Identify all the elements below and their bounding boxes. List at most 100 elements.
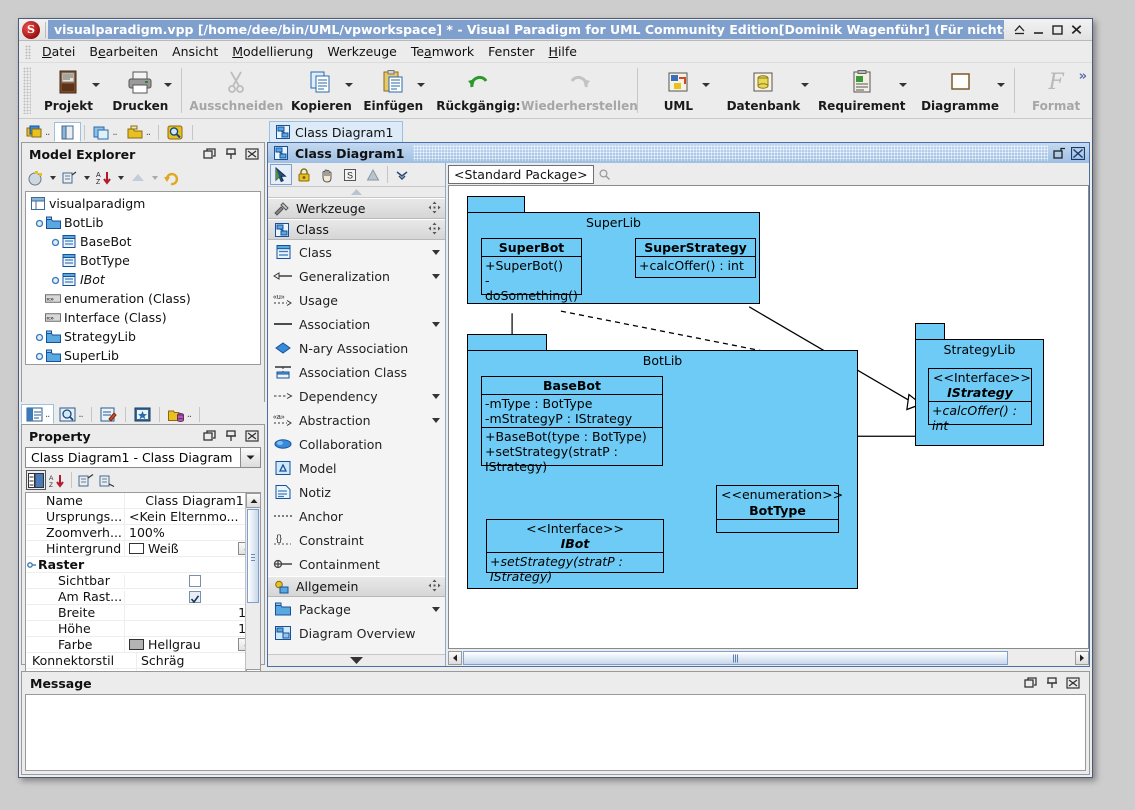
pin-icon[interactable]	[224, 147, 239, 162]
toolbar-projekt-button[interactable]: Projekt	[33, 63, 105, 118]
chevron-down-icon[interactable]	[240, 448, 260, 467]
toolbar-einfuegen-button[interactable]: Einfügen	[357, 63, 429, 118]
palette-item-abstraction[interactable]: «a» Abstraction	[268, 408, 445, 432]
einfuegen-dropdown-arrow[interactable]	[417, 83, 426, 87]
close-button[interactable]	[1070, 23, 1083, 36]
lock-icon[interactable]	[293, 164, 315, 185]
refresh-icon[interactable]	[162, 168, 182, 188]
toolbar-wiederherstellen-button[interactable]: Wiederherstellen	[521, 63, 638, 118]
toolbar-ausschneiden-button[interactable]: Ausschneiden	[187, 63, 285, 118]
tab-class-repository[interactable]: ..	[88, 122, 121, 142]
class-istrategy[interactable]: <<Interface>> IStrategy +calcOffer() : i…	[928, 368, 1032, 433]
property-value-cell[interactable]: Weiß ...	[124, 541, 260, 556]
dependency-dropdown-arrow[interactable]	[432, 393, 440, 399]
property-value[interactable]: 10	[124, 621, 260, 636]
canvas-horizontal-scrollbar[interactable]	[448, 650, 1089, 666]
datenbank-dropdown-arrow[interactable]	[800, 83, 809, 87]
menu-teamwork[interactable]: Teamwork	[404, 42, 481, 61]
tree-node-superlib[interactable]: SuperLib	[26, 346, 260, 364]
palette-item-class[interactable]: Class	[268, 240, 445, 264]
palette-item-dependency[interactable]: Dependency	[268, 384, 445, 408]
class-superbot[interactable]: SuperBot +SuperBot() -doSomething()	[481, 238, 582, 303]
menu-hilfe[interactable]: Hilfe	[542, 42, 584, 61]
close-icon[interactable]	[1070, 145, 1086, 161]
class-dropdown-arrow[interactable]	[432, 249, 440, 255]
uml-diagram-canvas[interactable]: SuperLib SuperBot +SuperBot() -doSomethi…	[448, 185, 1089, 649]
property-value[interactable]: 100%	[124, 525, 260, 540]
tab-search[interactable]	[162, 122, 189, 142]
palette-group-allgemein[interactable]: Allgemein	[268, 576, 445, 597]
tab-diagram-navigator[interactable]: ..	[122, 122, 155, 142]
toolbar-rueckgaengig-button[interactable]: Rückgängig:	[429, 63, 527, 118]
palette-item-containment[interactable]: Containment	[268, 552, 445, 576]
restore-icon[interactable]	[203, 147, 218, 162]
palette-scroll-up[interactable]	[268, 187, 445, 198]
tree-node-ibot[interactable]: IBot	[26, 270, 260, 289]
tree-node-visualparadigm[interactable]: visualparadigm	[26, 194, 260, 213]
triangle-icon[interactable]	[362, 164, 384, 185]
collapse-tree-icon[interactable]	[97, 470, 117, 490]
tree-node-strategylib[interactable]: StrategyLib	[26, 327, 260, 346]
palette-item-notiz[interactable]: Notiz	[268, 480, 445, 504]
uml-dropdown-arrow[interactable]	[702, 83, 711, 87]
property-row-ursprungsmodell[interactable]: Ursprungs... <Kein Elternmo...	[26, 509, 260, 525]
model-explorer-tree[interactable]: visualparadigm BotLib BaseBot BotType IB…	[25, 191, 261, 365]
palette-item-association[interactable]: Association	[268, 312, 445, 336]
palette-item-model[interactable]: Model	[268, 456, 445, 480]
restore-icon[interactable]	[1051, 145, 1067, 161]
property-row-breite[interactable]: Breite 10	[26, 605, 260, 621]
close-icon[interactable]	[245, 429, 260, 444]
property-table[interactable]: Name Class Diagram1 Ursprungs... <Kein E…	[25, 492, 261, 685]
property-value[interactable]: Class Diagram1	[124, 493, 260, 508]
sichtbar-checkbox[interactable]	[188, 574, 201, 587]
palette-item-diagram-overview[interactable]: Diagram Overview	[268, 621, 445, 645]
property-target-selector[interactable]: Class Diagram1 - Class Diagram	[25, 447, 261, 468]
tab-property[interactable]: ..	[21, 404, 55, 424]
expand-handle[interactable]	[34, 331, 45, 342]
toolbar-overflow-button[interactable]: »	[1079, 69, 1087, 84]
menu-werkzeuge[interactable]: Werkzeuge	[320, 42, 404, 61]
move-handle-icon[interactable]	[428, 222, 441, 238]
property-row-sichtbar[interactable]: Sichtbar	[26, 573, 260, 589]
tree-node-bottype[interactable]: BotType	[26, 251, 260, 270]
tab-model-explorer[interactable]	[54, 122, 82, 142]
property-row-am-raster[interactable]: Am Rast...	[26, 589, 260, 605]
expand-tree-icon[interactable]	[76, 470, 96, 490]
menu-datei[interactable]: Datei	[35, 42, 82, 61]
package-dropdown-arrow[interactable]	[432, 606, 440, 612]
move-handle-icon[interactable]	[428, 201, 441, 217]
tab-class-diagram1[interactable]: Class Diagram1	[269, 121, 404, 142]
sort-az-icon[interactable]: AZ	[47, 470, 67, 490]
diagramme-dropdown-arrow[interactable]	[997, 83, 1006, 87]
sort-dropdown-arrow[interactable]	[118, 176, 124, 180]
package-search-icon[interactable]	[594, 165, 616, 184]
palette-item-usage[interactable]: «u» Usage	[268, 288, 445, 312]
projekt-dropdown-arrow[interactable]	[92, 83, 101, 87]
scroll-left-button[interactable]	[448, 651, 462, 665]
tab-documentation[interactable]	[95, 404, 122, 424]
property-value[interactable]: 10	[124, 605, 260, 620]
property-row-hintergrund[interactable]: Hintergrund Weiß ...	[26, 541, 260, 557]
property-scrollbar[interactable]	[245, 493, 260, 684]
maximize-button[interactable]	[1051, 23, 1064, 36]
property-value-cell[interactable]	[124, 574, 260, 587]
property-row-name[interactable]: Name Class Diagram1	[26, 493, 260, 509]
drucken-dropdown-arrow[interactable]	[164, 83, 173, 87]
requirement-dropdown-arrow[interactable]	[898, 83, 907, 87]
class-superstrategy[interactable]: SuperStrategy +calcOffer() : int	[635, 238, 756, 278]
menu-ansicht[interactable]: Ansicht	[165, 42, 225, 61]
property-row-hoehe[interactable]: Höhe 10	[26, 621, 260, 637]
tree-node-interface[interactable]: «» Interface (Class)	[26, 308, 260, 327]
pin-icon[interactable]	[224, 429, 239, 444]
generalization-dropdown-arrow[interactable]	[432, 273, 440, 279]
menu-grip[interactable]	[25, 44, 31, 59]
property-row-farbe[interactable]: Farbe Hellgrau ...	[26, 637, 260, 653]
close-icon[interactable]	[1066, 676, 1081, 691]
tab-overview[interactable]: ..	[54, 404, 87, 424]
categorized-icon[interactable]	[26, 470, 46, 490]
toolbar-requirement-button[interactable]: Requirement	[813, 63, 911, 118]
toolbar-grip[interactable]	[23, 67, 31, 114]
class-basebot[interactable]: BaseBot -mType : BotType -mStrategyP : I…	[481, 376, 663, 474]
message-list[interactable]	[25, 694, 1086, 771]
palette-item-nary-association[interactable]: N-ary Association	[268, 336, 445, 360]
